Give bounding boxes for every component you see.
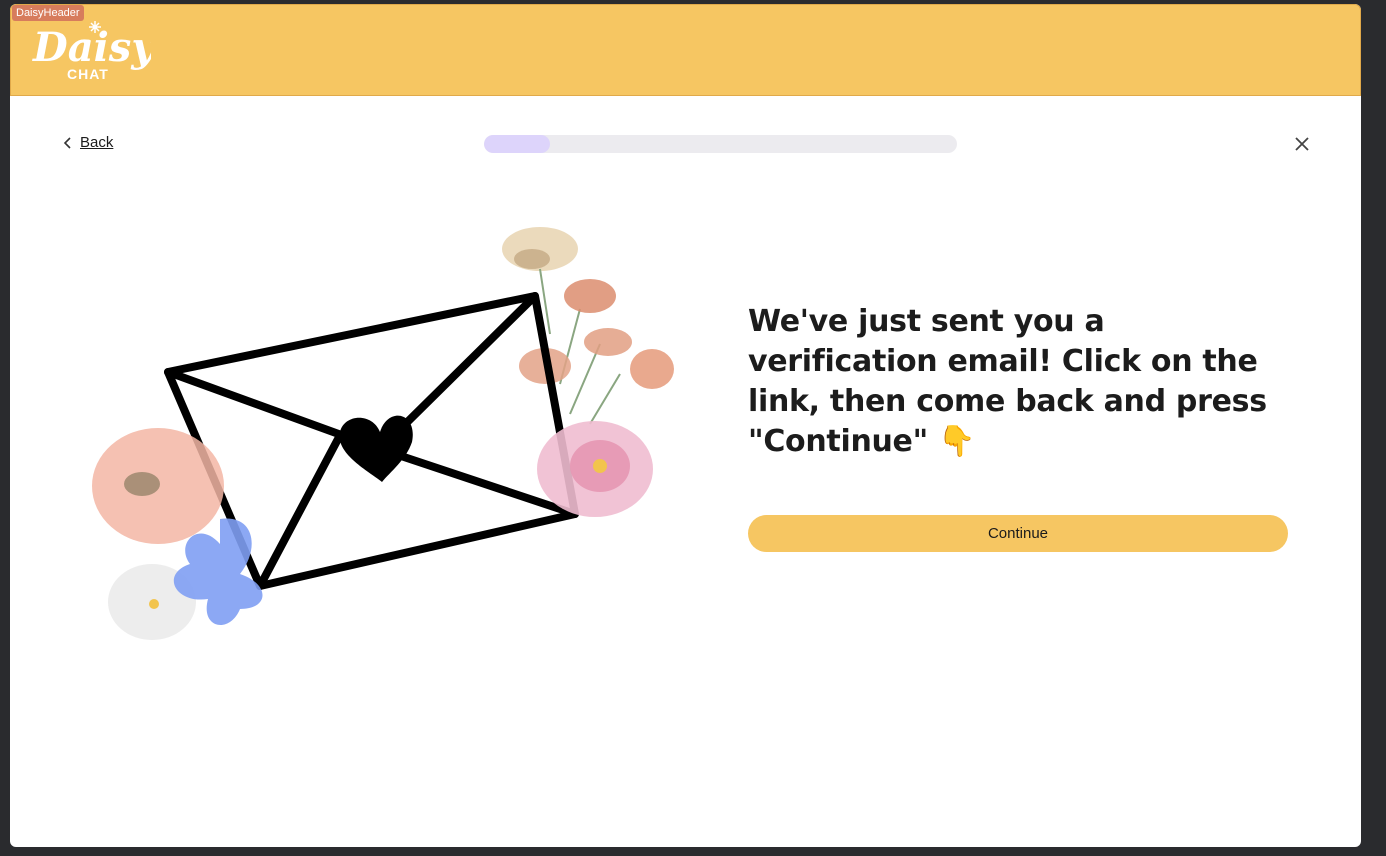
close-icon[interactable]	[1293, 135, 1311, 153]
back-button[interactable]: Back	[62, 134, 113, 151]
progress-bar	[484, 135, 957, 153]
daisy-chat-logo[interactable]: Daisy CHAT	[31, 21, 151, 83]
app-window: DaisyHeader Daisy CHAT Back We've just s…	[10, 4, 1361, 847]
nav-row: Back	[10, 96, 1361, 188]
flowers-right-icon	[537, 421, 653, 517]
header-component-tag: DaisyHeader	[12, 5, 84, 21]
logo-subtext: CHAT	[67, 66, 109, 82]
chevron-left-icon	[63, 136, 71, 149]
progress-fill	[484, 135, 551, 153]
app-header: DaisyHeader Daisy CHAT	[10, 4, 1361, 96]
heart-icon	[339, 415, 413, 482]
flowers-bottom-left-icon	[92, 428, 263, 640]
verification-message: We've just sent you a verification email…	[748, 304, 1267, 459]
back-label: Back	[80, 134, 114, 151]
envelope-flowers-illustration	[92, 227, 674, 640]
continue-button[interactable]: Continue	[748, 515, 1288, 552]
flowers-top-right-icon	[502, 227, 674, 425]
